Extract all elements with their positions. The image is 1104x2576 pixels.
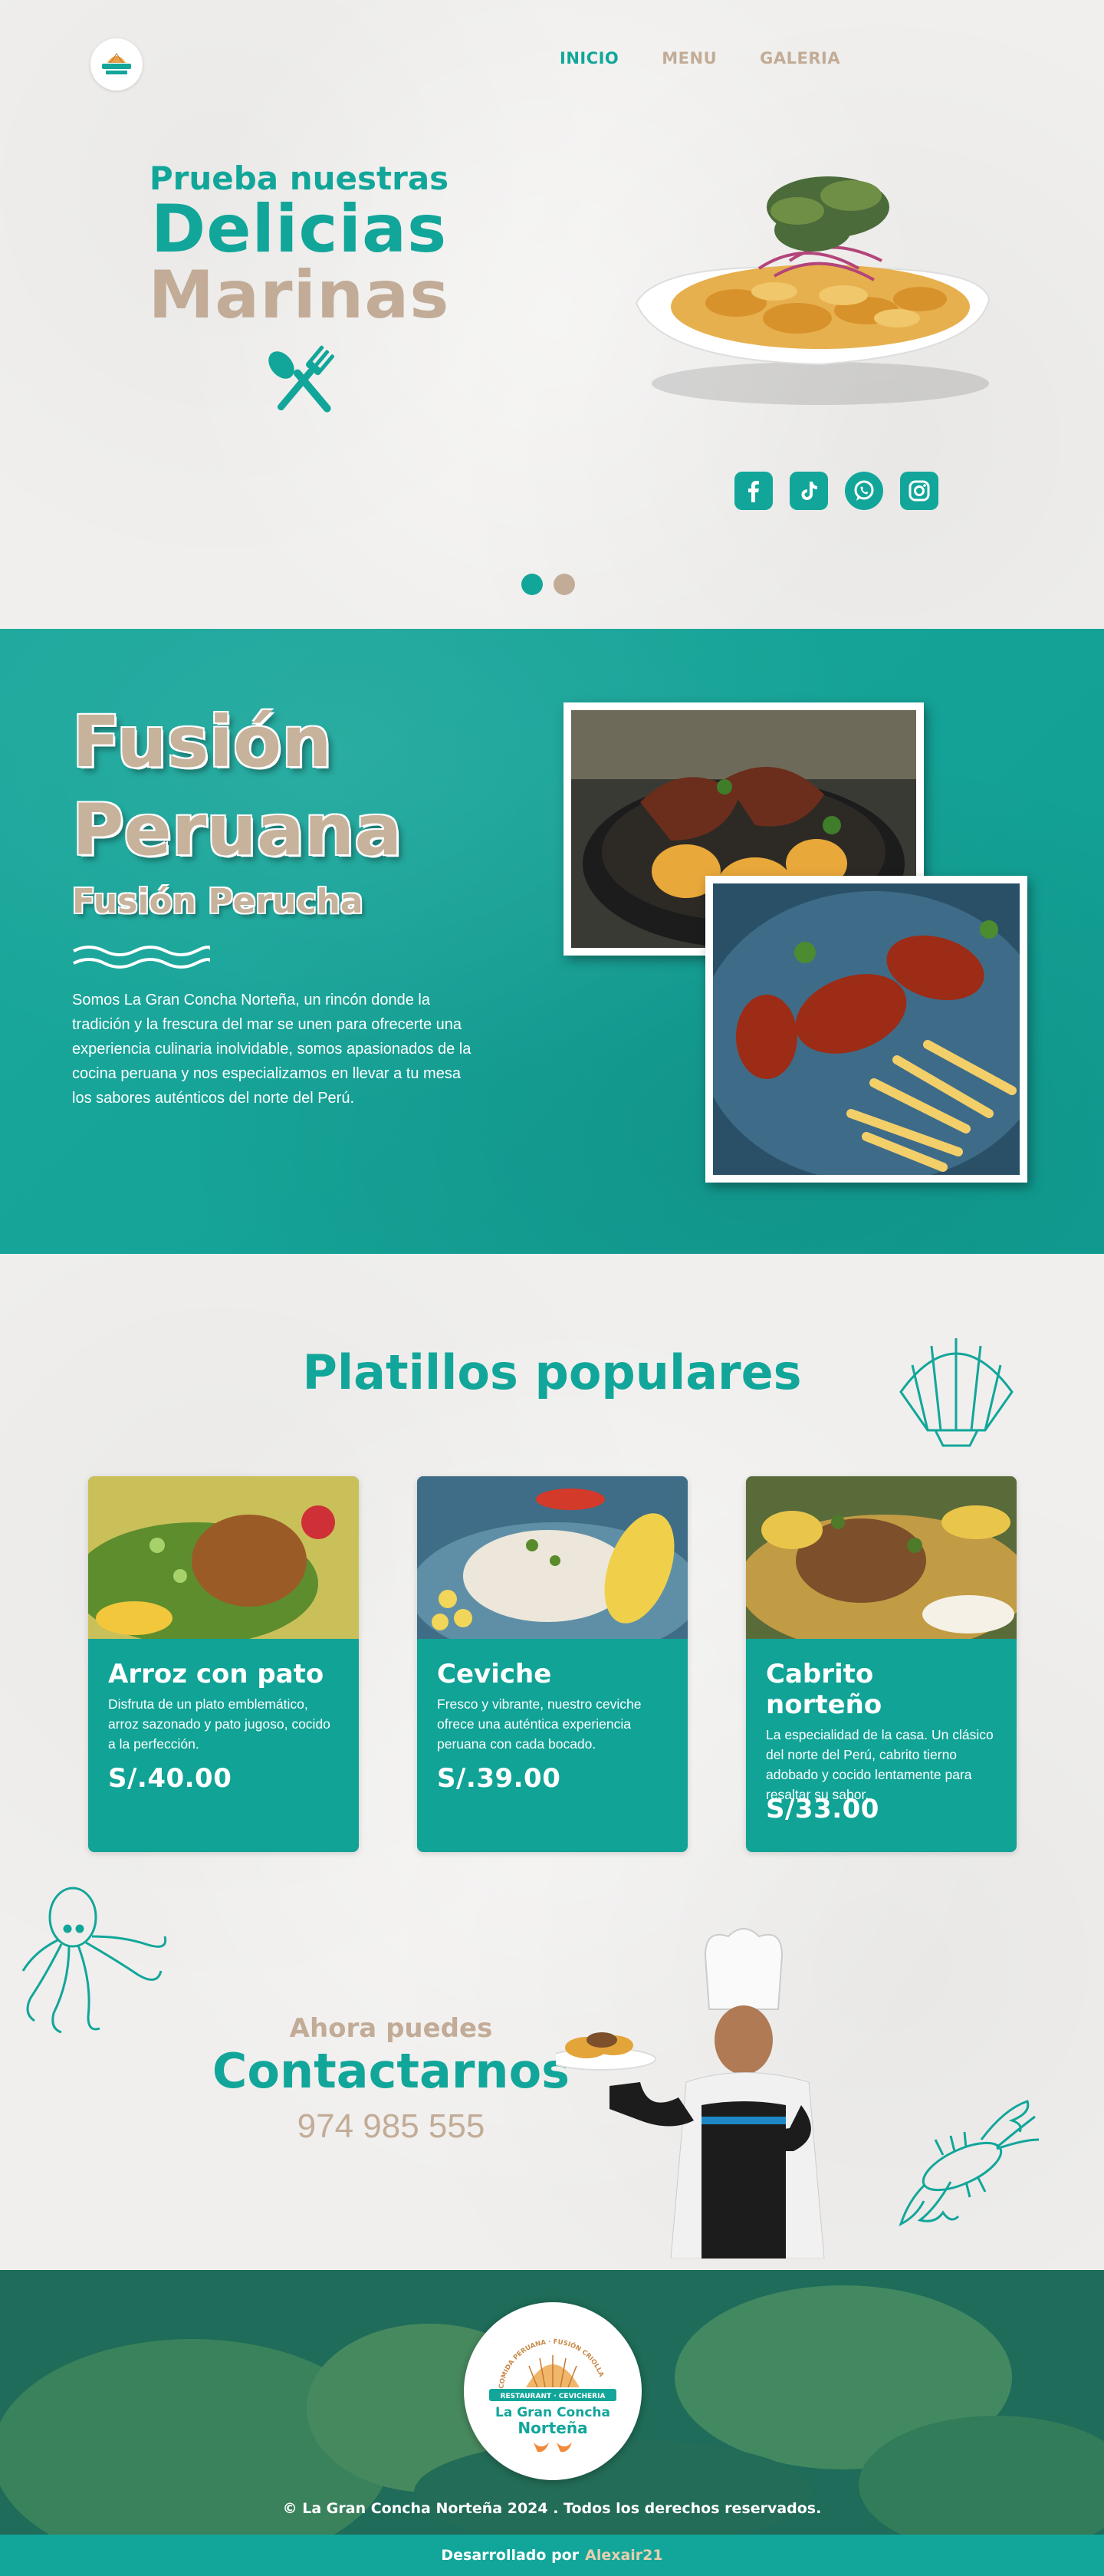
instagram-link[interactable] bbox=[900, 472, 938, 510]
waves-icon bbox=[73, 946, 210, 969]
contact-kicker: Ahora puedes bbox=[289, 2013, 493, 2044]
dish-description: Fresco y vibrante, nuestro ceviche ofrec… bbox=[437, 1696, 642, 1752]
logo-ribbon-text: RESTAURANT · CEVICHERIA bbox=[501, 2393, 606, 2400]
fusion-description: Somos La Gran Concha Norteña, un rincón … bbox=[72, 992, 472, 1107]
hero-title-line1: Delicias bbox=[150, 191, 448, 268]
whatsapp-icon bbox=[854, 480, 874, 501]
footer: COMIDA PERUANA · FUSIÓN CRIOLLA RESTAURA… bbox=[0, 2270, 1104, 2535]
dish-card-body: Arroz con pato Disfruta de un plato embl… bbox=[88, 1642, 359, 1811]
nav-galeria[interactable]: GALERIA bbox=[760, 49, 840, 67]
facebook-link[interactable] bbox=[734, 472, 773, 510]
fork-spoon-icon bbox=[268, 345, 335, 413]
seashell-icon bbox=[899, 1338, 1014, 1447]
whatsapp-link[interactable] bbox=[845, 472, 883, 510]
dish-card-cabrito-norteno[interactable]: Cabrito norteño La especialidad de la ca… bbox=[746, 1476, 1017, 1852]
nav-inicio[interactable]: INICIO bbox=[560, 49, 619, 67]
octopus-icon bbox=[21, 1887, 167, 2034]
instagram-icon bbox=[909, 480, 930, 502]
dish-card-body: Ceviche Fresco y vibrante, nuestro cevic… bbox=[417, 1642, 688, 1811]
fusion-title-line2: Peruana bbox=[72, 789, 402, 871]
hero-title-line2: Marinas bbox=[148, 257, 450, 334]
fusion-title-line1: Fusión bbox=[72, 701, 332, 783]
carousel-dot-2[interactable] bbox=[554, 574, 575, 595]
dish-description: Disfruta de un plato emblemático, arroz … bbox=[108, 1696, 330, 1752]
dish-price: S/.39.00 bbox=[437, 1763, 561, 1794]
facebook-icon bbox=[748, 481, 759, 502]
logo-shell-icon: COMIDA PERUANA · FUSIÓN CRIOLLA RESTAURA… bbox=[489, 2338, 616, 2453]
footer-logo[interactable]: COMIDA PERUANA · FUSIÓN CRIOLLA RESTAURA… bbox=[464, 2302, 642, 2480]
logo[interactable] bbox=[90, 38, 143, 90]
social-links bbox=[734, 472, 938, 510]
lobster-icon bbox=[899, 2100, 1040, 2226]
hero-heading: Prueba nuestras Delicias Marinas bbox=[138, 160, 460, 431]
contact-block: Ahora puedes Contactarnos 974 985 555 bbox=[207, 2013, 575, 2146]
popular-section: Platillos populares Arroz con pato Disfr… bbox=[0, 1254, 1104, 2270]
dish-price: S/.40.00 bbox=[108, 1763, 232, 1794]
chef-image bbox=[556, 1928, 825, 2259]
ceviche-image bbox=[417, 1476, 688, 1660]
tiktok-icon bbox=[801, 482, 817, 500]
dish-card-arroz-con-pato[interactable]: Arroz con pato Disfruta de un plato embl… bbox=[88, 1476, 359, 1852]
fusion-section: Fusión Peruana Fusión Perucha Somos La G… bbox=[0, 629, 1104, 1254]
nav-menu[interactable]: MENU bbox=[662, 49, 717, 67]
dish-card-body: Cabrito norteño La especialidad de la ca… bbox=[746, 1642, 1017, 1841]
hero-dish-image bbox=[635, 176, 991, 405]
copyright-text: © La Gran Concha Norteña 2024 . Todos lo… bbox=[282, 2500, 822, 2517]
contact-title: Contactarnos bbox=[212, 2043, 570, 2099]
cabrito-image bbox=[746, 1476, 1017, 1653]
tiktok-link[interactable] bbox=[790, 472, 828, 510]
logo-shell-icon bbox=[96, 44, 137, 85]
dish-card-ceviche[interactable]: Ceviche Fresco y vibrante, nuestro cevic… bbox=[417, 1476, 688, 1852]
fusion-subtitle: Fusión Perucha bbox=[72, 882, 363, 921]
dish-name: Cabrito norteño bbox=[766, 1659, 882, 1720]
carousel-dot-1[interactable] bbox=[521, 574, 543, 595]
dish-description: La especialidad de la casa. Un clásico d… bbox=[766, 1727, 994, 1802]
developer-bar: Desarrollado por Alexair21 bbox=[0, 2535, 1104, 2576]
logo-name-line3: Norteña bbox=[518, 2419, 587, 2437]
fusion-title: Fusión Peruana bbox=[72, 698, 402, 874]
developer-link[interactable]: Alexair21 bbox=[585, 2547, 663, 2564]
dish-name: Ceviche bbox=[437, 1659, 552, 1689]
wings-dish-photo bbox=[698, 876, 1050, 1183]
contact-phone[interactable]: 974 985 555 bbox=[207, 2107, 575, 2146]
arroz-con-pato-image bbox=[88, 1476, 359, 1645]
dish-cards: Arroz con pato Disfruta de un plato embl… bbox=[88, 1476, 1017, 1852]
wings-dish-image bbox=[698, 883, 1050, 1183]
dish-name: Arroz con pato bbox=[108, 1659, 324, 1689]
hero-section: INICIO MENU GALERIA Prueba nuestras Deli… bbox=[0, 0, 1104, 629]
logo-name-line1: La Gran Concha bbox=[495, 2405, 610, 2420]
dish-price: S/33.00 bbox=[766, 1794, 879, 1824]
developer-prefix: Desarrollado por bbox=[441, 2547, 580, 2564]
carousel-dots bbox=[521, 574, 575, 595]
main-nav: INICIO MENU GALERIA bbox=[560, 49, 840, 67]
